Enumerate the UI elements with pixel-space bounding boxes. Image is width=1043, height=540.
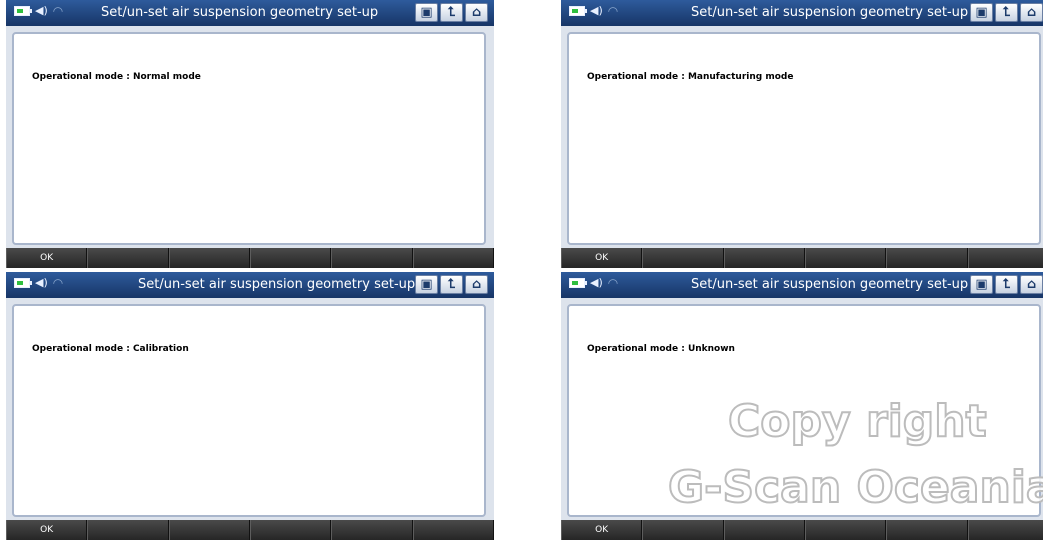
content-panel: Operational mode : Normal mode bbox=[12, 32, 486, 245]
window-title: Set/un-set air suspension geometry set-u… bbox=[101, 5, 379, 20]
screen-capture-icon[interactable]: ▣ bbox=[415, 275, 438, 294]
title-bar: ◀) ◠ Set/un-set air suspension geometry … bbox=[6, 272, 494, 298]
status-icons: ◀) ◠ bbox=[569, 277, 618, 289]
function-key-2[interactable] bbox=[87, 520, 169, 540]
window-title: Set/un-set air suspension geometry set-u… bbox=[691, 5, 969, 20]
home-icon[interactable]: ⌂ bbox=[465, 3, 488, 22]
scan-screen-manufacturing: ◀) ◠ Set/un-set air suspension geometry … bbox=[561, 0, 1043, 268]
function-key-3[interactable] bbox=[168, 248, 250, 268]
operational-mode-text: Operational mode : Calibration bbox=[32, 344, 189, 354]
watermark-line-2: G-Scan Oceania bbox=[667, 461, 1043, 514]
function-key-5[interactable] bbox=[886, 520, 968, 540]
signal-icon: ◠ bbox=[52, 276, 64, 290]
operational-mode-text: Operational mode : Unknown bbox=[587, 344, 735, 354]
back-icon[interactable]: ⮤ bbox=[995, 3, 1018, 22]
home-icon[interactable]: ⌂ bbox=[1020, 275, 1043, 294]
function-key-4[interactable] bbox=[804, 248, 887, 268]
home-icon[interactable]: ⌂ bbox=[465, 275, 488, 294]
home-icon[interactable]: ⌂ bbox=[1020, 3, 1043, 22]
content-panel: Operational mode : Manufacturing mode bbox=[567, 32, 1041, 245]
screen-capture-icon[interactable]: ▣ bbox=[415, 3, 438, 22]
window-title: Set/un-set air suspension geometry set-u… bbox=[691, 277, 969, 292]
operational-mode-text: Operational mode : Manufacturing mode bbox=[587, 72, 794, 82]
back-icon[interactable]: ⮤ bbox=[440, 275, 463, 294]
function-key-3[interactable] bbox=[723, 248, 805, 268]
speaker-icon[interactable]: ◀) bbox=[35, 5, 48, 17]
ok-button[interactable]: OK bbox=[561, 248, 643, 268]
operational-mode-text: Operational mode : Normal mode bbox=[32, 72, 201, 82]
speaker-icon[interactable]: ◀) bbox=[35, 277, 48, 289]
function-key-bar: OK bbox=[561, 248, 1043, 268]
function-key-5[interactable] bbox=[331, 248, 413, 268]
function-key-4[interactable] bbox=[804, 520, 887, 540]
function-key-6[interactable] bbox=[967, 248, 1043, 268]
ok-button[interactable]: OK bbox=[6, 248, 88, 268]
function-key-2[interactable] bbox=[642, 248, 724, 268]
status-icons: ◀) ◠ bbox=[569, 5, 618, 17]
title-bar: ◀) ◠ Set/un-set air suspension geometry … bbox=[6, 0, 494, 26]
battery-icon bbox=[569, 6, 587, 16]
signal-icon: ◠ bbox=[52, 4, 64, 18]
ok-button[interactable]: OK bbox=[6, 520, 88, 540]
ok-button[interactable]: OK bbox=[561, 520, 643, 540]
signal-icon: ◠ bbox=[607, 276, 619, 290]
function-key-bar: OK bbox=[6, 248, 494, 268]
status-icons: ◀) ◠ bbox=[14, 277, 63, 289]
function-key-4[interactable] bbox=[249, 520, 332, 540]
speaker-icon[interactable]: ◀) bbox=[590, 5, 603, 17]
function-key-4[interactable] bbox=[249, 248, 332, 268]
function-key-6[interactable] bbox=[412, 520, 494, 540]
battery-icon bbox=[14, 6, 32, 16]
function-key-5[interactable] bbox=[331, 520, 413, 540]
back-icon[interactable]: ⮤ bbox=[440, 3, 463, 22]
function-key-bar: OK bbox=[561, 520, 1043, 540]
function-key-2[interactable] bbox=[642, 520, 724, 540]
screen-capture-icon[interactable]: ▣ bbox=[970, 3, 993, 22]
screen-capture-icon[interactable]: ▣ bbox=[970, 275, 993, 294]
function-key-6[interactable] bbox=[412, 248, 494, 268]
scan-screen-calibration: ◀) ◠ Set/un-set air suspension geometry … bbox=[6, 272, 494, 540]
watermark-line-1: Copy right bbox=[727, 395, 988, 448]
function-key-2[interactable] bbox=[87, 248, 169, 268]
function-key-5[interactable] bbox=[886, 248, 968, 268]
speaker-icon[interactable]: ◀) bbox=[590, 277, 603, 289]
function-key-6[interactable] bbox=[967, 520, 1043, 540]
scan-screen-normal: ◀) ◠ Set/un-set air suspension geometry … bbox=[6, 0, 494, 268]
function-key-3[interactable] bbox=[723, 520, 805, 540]
signal-icon: ◠ bbox=[607, 4, 619, 18]
function-key-bar: OK bbox=[6, 520, 494, 540]
status-icons: ◀) ◠ bbox=[14, 5, 63, 17]
title-bar: ◀) ◠ Set/un-set air suspension geometry … bbox=[561, 0, 1043, 26]
back-icon[interactable]: ⮤ bbox=[995, 275, 1018, 294]
window-title: Set/un-set air suspension geometry set-u… bbox=[138, 277, 416, 292]
title-bar: ◀) ◠ Set/un-set air suspension geometry … bbox=[561, 272, 1043, 298]
battery-icon bbox=[569, 278, 587, 288]
content-panel: Operational mode : Calibration bbox=[12, 304, 486, 517]
function-key-3[interactable] bbox=[168, 520, 250, 540]
battery-icon bbox=[14, 278, 32, 288]
